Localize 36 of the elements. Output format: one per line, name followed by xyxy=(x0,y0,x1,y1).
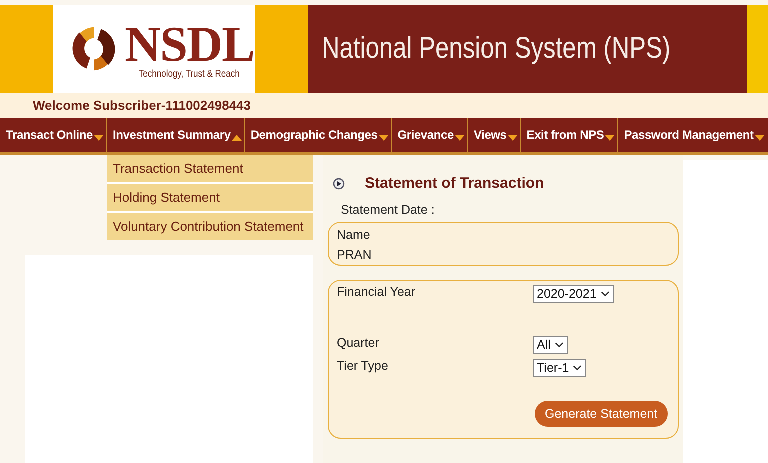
submenu-item[interactable]: Holding Statement xyxy=(107,184,313,211)
menu-item[interactable]: Views xyxy=(468,118,520,152)
welcome-text: Welcome Subscriber-111002498443 xyxy=(33,98,252,113)
menu-item[interactable]: Exit from NPS xyxy=(520,118,618,152)
caret-down-icon xyxy=(378,135,389,141)
caret-up-icon xyxy=(232,135,242,141)
caret-down-icon xyxy=(454,135,465,141)
year-dropdown[interactable]: 2020-2021 xyxy=(533,285,614,303)
quarter-dropdown[interactable]: All xyxy=(533,336,568,354)
field-label: Tier Type xyxy=(337,359,390,373)
menu-item[interactable]: Transact Online xyxy=(0,118,106,152)
menu-item[interactable]: Password Management xyxy=(618,118,767,152)
site-title: National Pension System (NPS) xyxy=(322,32,671,66)
chevron-down-icon xyxy=(554,342,564,348)
arrow-circle-icon xyxy=(333,178,345,190)
caret-down-icon xyxy=(605,135,616,141)
submenu-item[interactable]: Transaction Statement xyxy=(107,155,313,182)
statement-date-label: Statement Date : xyxy=(341,203,435,217)
caret-down-icon xyxy=(754,135,765,141)
chevron-down-icon xyxy=(600,291,610,297)
submenu-item[interactable]: Voluntary Contribution Statement xyxy=(107,213,313,240)
caret-down-icon xyxy=(508,135,518,141)
menu-item[interactable]: Grievance xyxy=(392,118,467,152)
menu-item[interactable]: Investment Summary xyxy=(107,118,244,152)
generate-button[interactable]: Generate Statement xyxy=(535,401,668,427)
field-label: Financial Year xyxy=(337,285,417,299)
tier-dropdown[interactable]: Tier-1 xyxy=(533,359,586,377)
logo-name: NSDL xyxy=(125,18,254,68)
logo-tagline: Technology, Trust & Reach xyxy=(139,68,240,80)
info-label: Name xyxy=(337,228,372,242)
menu-item[interactable]: Demographic Changes xyxy=(244,118,391,152)
info-label: PRAN xyxy=(337,248,373,262)
chevron-down-icon xyxy=(573,365,582,371)
field-label: Quarter xyxy=(337,336,380,350)
caret-down-icon xyxy=(94,135,104,141)
page-heading: Statement of Transaction xyxy=(365,175,544,192)
